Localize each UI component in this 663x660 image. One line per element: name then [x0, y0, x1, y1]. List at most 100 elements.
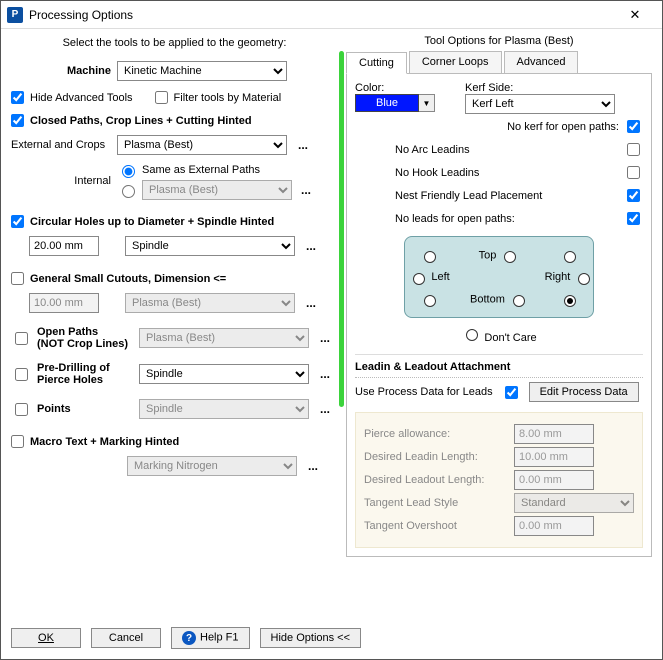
internal-tool-select[interactable]: Plasma (Best) — [142, 180, 292, 200]
points-tool-select: Spindle — [139, 399, 309, 419]
intro-text: Select the tools to be applied to the ge… — [11, 37, 338, 49]
lead-pos-top-left-radio[interactable] — [424, 251, 436, 263]
no-leads-open-checkbox[interactable] — [627, 212, 640, 225]
closed-paths-label: Closed Paths, Crop Lines + Cutting Hinte… — [30, 115, 252, 127]
tangent-lead-style-select: Standard — [514, 493, 634, 513]
machine-label: Machine — [11, 65, 111, 77]
points-label: Points — [37, 403, 133, 415]
macro-text-checkbox[interactable] — [11, 435, 24, 448]
open-paths-checkbox[interactable] — [15, 332, 28, 345]
nest-friendly-checkbox[interactable] — [627, 189, 640, 202]
internal-tool-more-button[interactable]: ... — [296, 180, 316, 200]
right-panel: Tool Options for Plasma (Best) Cutting C… — [346, 35, 652, 615]
footer: OK Cancel ?Help F1 Hide Options << — [1, 619, 662, 659]
same-as-external-label: Same as External Paths — [142, 164, 260, 176]
lead-pos-bottom-radio[interactable] — [513, 295, 525, 307]
open-paths-label: Open Paths(NOT Crop Lines) — [37, 326, 133, 350]
color-label: Color: — [355, 82, 435, 94]
no-kerf-open-label: No kerf for open paths: — [507, 121, 619, 133]
lead-pos-bottom-left-radio[interactable] — [424, 295, 436, 307]
pierce-allowance-input — [514, 424, 594, 444]
leadin-length-label: Desired Leadin Length: — [364, 451, 504, 463]
macro-more-button[interactable]: ... — [303, 456, 323, 476]
help-button[interactable]: ?Help F1 — [171, 627, 250, 649]
color-dropdown-icon[interactable]: ▼ — [419, 94, 435, 112]
predrill-more-button[interactable]: ... — [315, 364, 335, 384]
ok-button[interactable]: OK — [11, 628, 81, 648]
circular-tool-select[interactable]: Spindle — [125, 236, 295, 256]
external-crops-label: External and Crops — [11, 139, 111, 151]
predrill-tool-select[interactable]: Spindle — [139, 364, 309, 384]
predrill-checkbox[interactable] — [15, 368, 28, 381]
no-hook-leadins-label: No Hook Leadins — [395, 167, 479, 179]
tab-cutting[interactable]: Cutting — [346, 52, 407, 74]
green-indicator-bar — [339, 51, 344, 407]
external-tool-select[interactable]: Plasma (Best) — [117, 135, 287, 155]
tangent-overshoot-input — [514, 516, 594, 536]
no-kerf-open-checkbox[interactable] — [627, 120, 640, 133]
macro-tool-select: Marking Nitrogen — [127, 456, 297, 476]
dialog-window: P Processing Options ✕ Select the tools … — [0, 0, 663, 660]
lead-bottom-label: Bottom — [470, 293, 505, 305]
circular-tool-more-button[interactable]: ... — [301, 236, 321, 256]
predrill-label: Pre-Drilling ofPierce Holes — [37, 362, 133, 386]
lead-right-label: Right — [545, 271, 571, 283]
open-paths-more-button[interactable]: ... — [315, 328, 335, 348]
lead-position-box: Top Left Right Bottom — [404, 236, 594, 318]
lead-dont-care-label: Don't Care — [484, 332, 536, 344]
lead-pos-left-radio[interactable] — [413, 273, 425, 285]
filter-material-checkbox[interactable] — [155, 91, 168, 104]
tab-advanced[interactable]: Advanced — [504, 51, 579, 73]
open-paths-tool-select: Plasma (Best) — [139, 328, 309, 348]
no-leads-open-label: No leads for open paths: — [395, 213, 515, 225]
tab-corner-loops[interactable]: Corner Loops — [409, 51, 502, 73]
leadin-length-input — [514, 447, 594, 467]
hide-advanced-checkbox[interactable] — [11, 91, 24, 104]
color-swatch[interactable]: Blue — [355, 94, 419, 112]
hide-options-button[interactable]: Hide Options << — [260, 628, 362, 648]
kerf-side-select[interactable]: Kerf Left — [465, 94, 615, 114]
tabs: Cutting Corner Loops Advanced — [346, 51, 652, 74]
circular-holes-label: Circular Holes up to Diameter + Spindle … — [30, 216, 274, 228]
circular-holes-checkbox[interactable] — [11, 215, 24, 228]
circular-diameter-input[interactable] — [29, 236, 99, 256]
no-hook-leadins-checkbox[interactable] — [627, 166, 640, 179]
leadout-length-input — [514, 470, 594, 490]
lead-pos-top-right-radio[interactable] — [564, 251, 576, 263]
lead-left-label: Left — [431, 271, 449, 283]
points-more-button[interactable]: ... — [315, 399, 335, 419]
internal-label: Internal — [11, 175, 111, 187]
lead-dont-care-radio[interactable] — [466, 329, 478, 341]
close-icon[interactable]: ✕ — [614, 2, 656, 28]
general-small-checkbox[interactable] — [11, 272, 24, 285]
use-process-leads-checkbox[interactable] — [505, 386, 518, 399]
no-arc-leadins-label: No Arc Leadins — [395, 144, 470, 156]
lead-pos-right-radio[interactable] — [578, 273, 590, 285]
kerf-side-label: Kerf Side: — [465, 82, 643, 94]
points-checkbox[interactable] — [15, 403, 28, 416]
macro-text-label: Macro Text + Marking Hinted — [30, 436, 179, 448]
tangent-overshoot-label: Tangent Overshoot — [364, 520, 504, 532]
app-icon: P — [7, 7, 23, 23]
pierce-allowance-label: Pierce allowance: — [364, 428, 504, 440]
machine-select[interactable]: Kinetic Machine — [117, 61, 287, 81]
same-as-external-radio[interactable] — [122, 165, 135, 178]
hide-advanced-label: Hide Advanced Tools — [30, 92, 133, 104]
edit-process-data-button[interactable]: Edit Process Data — [529, 382, 639, 402]
help-icon: ? — [182, 631, 196, 645]
window-title: Processing Options — [29, 8, 614, 22]
titlebar: P Processing Options ✕ — [1, 1, 662, 29]
no-arc-leadins-checkbox[interactable] — [627, 143, 640, 156]
use-process-leads-label: Use Process Data for Leads — [355, 386, 493, 398]
lead-pos-top-radio[interactable] — [504, 251, 516, 263]
lead-top-label: Top — [479, 249, 497, 261]
closed-paths-checkbox[interactable] — [11, 114, 24, 127]
tool-options-title: Tool Options for Plasma (Best) — [346, 35, 652, 47]
cancel-button[interactable]: Cancel — [91, 628, 161, 648]
filter-material-label: Filter tools by Material — [174, 92, 282, 104]
lead-pos-bottom-right-radio[interactable] — [564, 295, 576, 307]
external-tool-more-button[interactable]: ... — [293, 135, 313, 155]
internal-tool-radio[interactable] — [122, 185, 135, 198]
general-small-more-button[interactable]: ... — [301, 293, 321, 313]
general-small-tool-select: Plasma (Best) — [125, 293, 295, 313]
